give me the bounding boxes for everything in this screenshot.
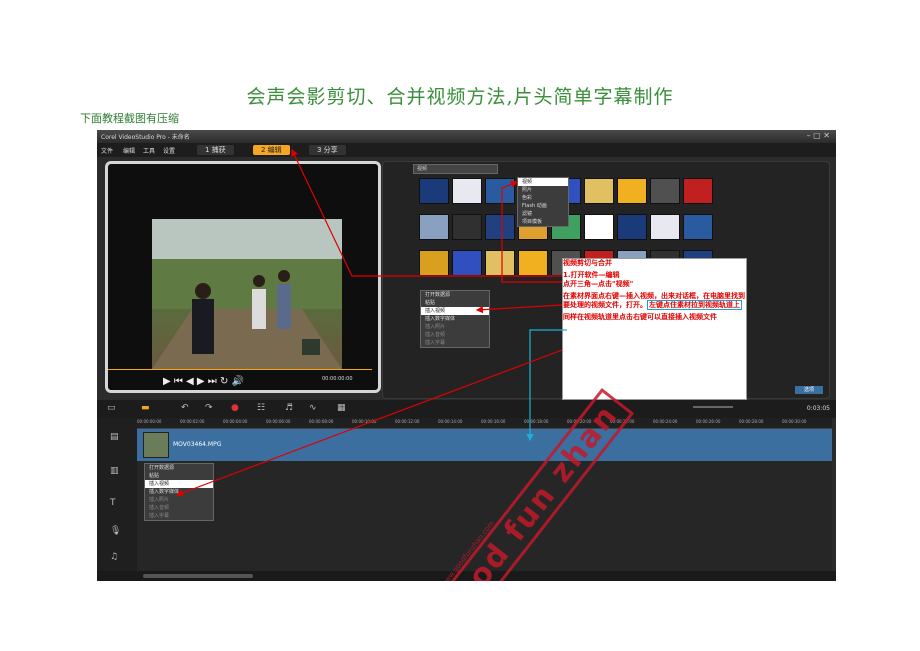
screenshot: Corel VideoStudio Pro - 未命名 – ▢ ✕ 文件 编辑 … bbox=[97, 130, 836, 581]
page-title: 会声会影剪切、合并视频方法,片头简单字幕制作 bbox=[246, 86, 674, 108]
arrow-drag-to-track bbox=[526, 329, 567, 442]
arrow-to-timeline-menu bbox=[175, 349, 563, 497]
arrow-to-dropdown bbox=[501, 180, 562, 283]
page-note: 下面教程截图有压缩 bbox=[80, 112, 179, 125]
arrow-to-library-menu bbox=[475, 304, 563, 314]
annotation-arrows bbox=[175, 148, 567, 497]
arrow-to-edit-tab bbox=[291, 148, 562, 277]
